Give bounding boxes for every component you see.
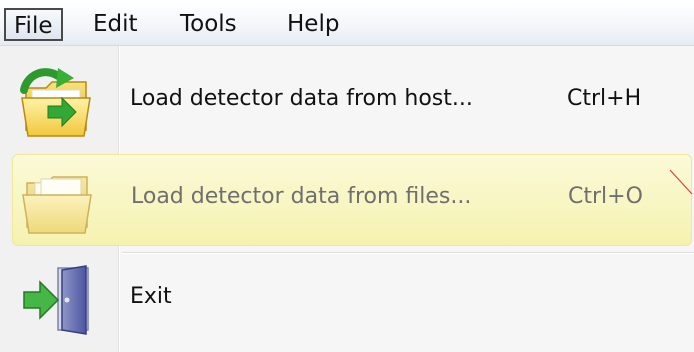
menu-file[interactable]: File [4,8,63,41]
menu-separator-highlight [122,253,694,254]
menu-help[interactable]: Help [287,8,339,41]
menu-item-load-host[interactable]: Load detector data from host... Ctrl+H [0,56,694,148]
menu-bar: File Edit Tools Help [0,0,694,46]
menu-item-label: Load detector data from files... [131,184,472,209]
menu-item-label: Load detector data from host... [130,86,473,111]
folder-load-host-icon [18,68,98,146]
exit-door-icon [22,264,98,340]
menu-item-load-files[interactable]: Load detector data from files... Ctrl+O [12,154,692,246]
menu-item-shortcut: Ctrl+O [568,184,643,209]
menu-item-exit[interactable]: Exit [0,260,694,344]
menu-tools[interactable]: Tools [180,8,237,41]
annotation-stroke [669,169,693,195]
folder-open-icon [19,165,99,243]
menu-item-label: Exit [130,284,172,309]
menu-item-shortcut: Ctrl+H [567,86,642,111]
menu-edit[interactable]: Edit [93,8,138,41]
file-menu-dropdown: Load detector data from host... Ctrl+H L… [0,46,694,352]
